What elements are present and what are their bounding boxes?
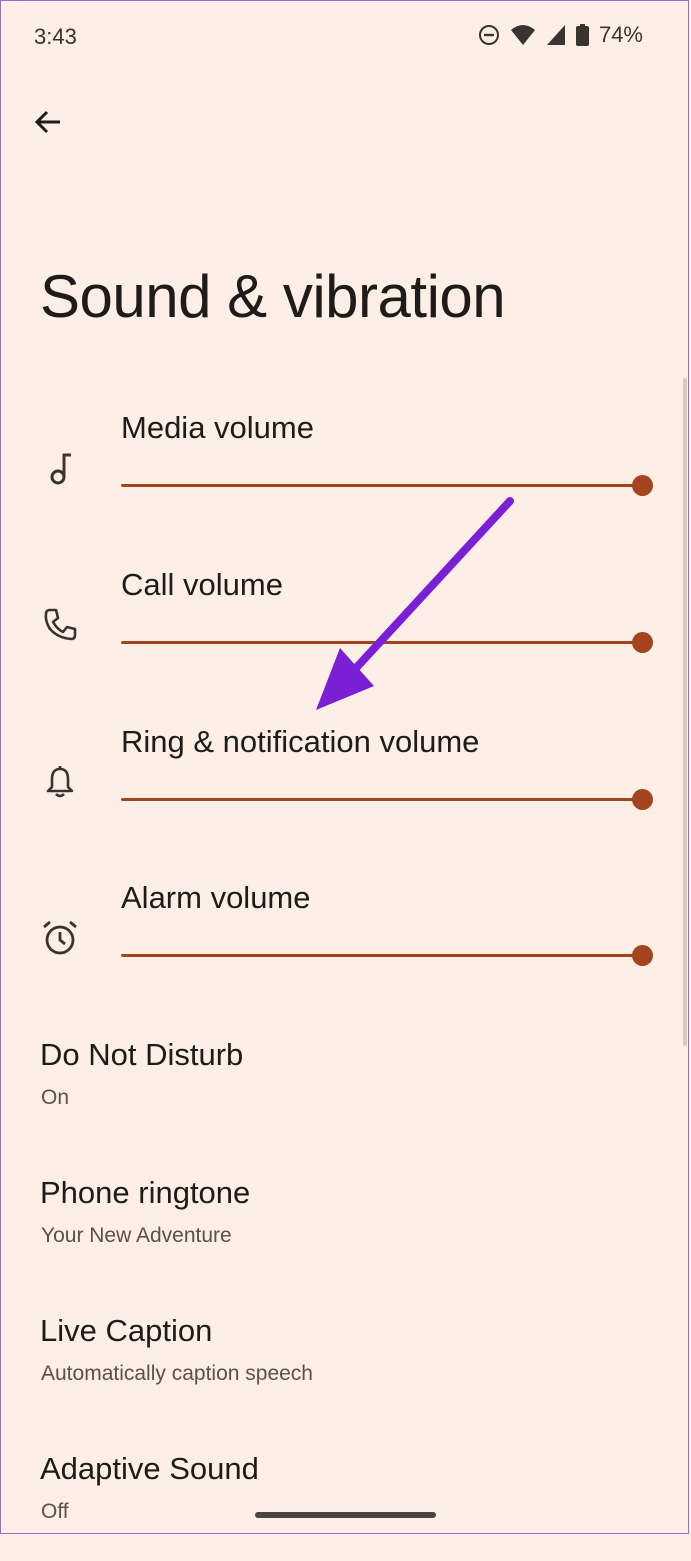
slider-track: [121, 954, 642, 957]
adaptive-sound-item[interactable]: Adaptive Sound Off: [0, 1451, 691, 1561]
ring-notification-volume-slider[interactable]: [121, 788, 654, 812]
arrow-back-icon: [33, 107, 63, 142]
slider-thumb[interactable]: [632, 945, 653, 966]
do-not-disturb-item[interactable]: Do Not Disturb On: [0, 1037, 691, 1147]
status-bar: 3:43 74%: [0, 0, 691, 78]
phone-ringtone-summary: Your New Adventure: [41, 1224, 232, 1247]
do-not-disturb-title: Do Not Disturb: [40, 1037, 244, 1072]
slider-thumb[interactable]: [632, 475, 653, 496]
battery-percent: 74%: [598, 22, 643, 47]
bell-icon: [40, 762, 80, 802]
battery-icon: [575, 24, 589, 46]
navigation-handle[interactable]: [255, 1512, 436, 1518]
phone-ringtone-item[interactable]: Phone ringtone Your New Adventure: [0, 1175, 691, 1285]
alarm-volume-row: Alarm volume: [0, 880, 691, 1030]
annotation-arrow-icon: [300, 490, 530, 725]
status-icons: 74%: [478, 22, 643, 48]
phone-icon: [40, 605, 80, 645]
alarm-volume-slider[interactable]: [121, 944, 654, 968]
page-title: Sound & vibration: [40, 263, 506, 330]
media-volume-label: Media volume: [121, 410, 314, 445]
call-volume-label: Call volume: [121, 567, 283, 602]
slider-track: [121, 798, 642, 801]
phone-ringtone-title: Phone ringtone: [40, 1175, 251, 1210]
status-time: 3:43: [34, 24, 77, 49]
live-caption-summary: Automatically caption speech: [41, 1362, 313, 1385]
adaptive-sound-title: Adaptive Sound: [40, 1451, 259, 1486]
alarm-icon: [40, 918, 80, 958]
ring-notification-volume-row: Ring & notification volume: [0, 724, 691, 874]
live-caption-item[interactable]: Live Caption Automatically caption speec…: [0, 1313, 691, 1423]
slider-track: [121, 484, 642, 487]
back-button[interactable]: [24, 100, 72, 148]
do-not-disturb-summary: On: [41, 1086, 70, 1109]
slider-thumb[interactable]: [632, 632, 653, 653]
live-caption-title: Live Caption: [40, 1313, 213, 1348]
signal-icon: [546, 24, 566, 46]
adaptive-sound-summary: Off: [41, 1500, 69, 1523]
alarm-volume-label: Alarm volume: [121, 880, 311, 915]
slider-thumb[interactable]: [632, 789, 653, 810]
dnd-icon: [478, 24, 500, 46]
wifi-icon: [510, 24, 536, 46]
ring-notification-volume-label: Ring & notification volume: [121, 724, 480, 759]
music-note-icon: [40, 448, 80, 488]
